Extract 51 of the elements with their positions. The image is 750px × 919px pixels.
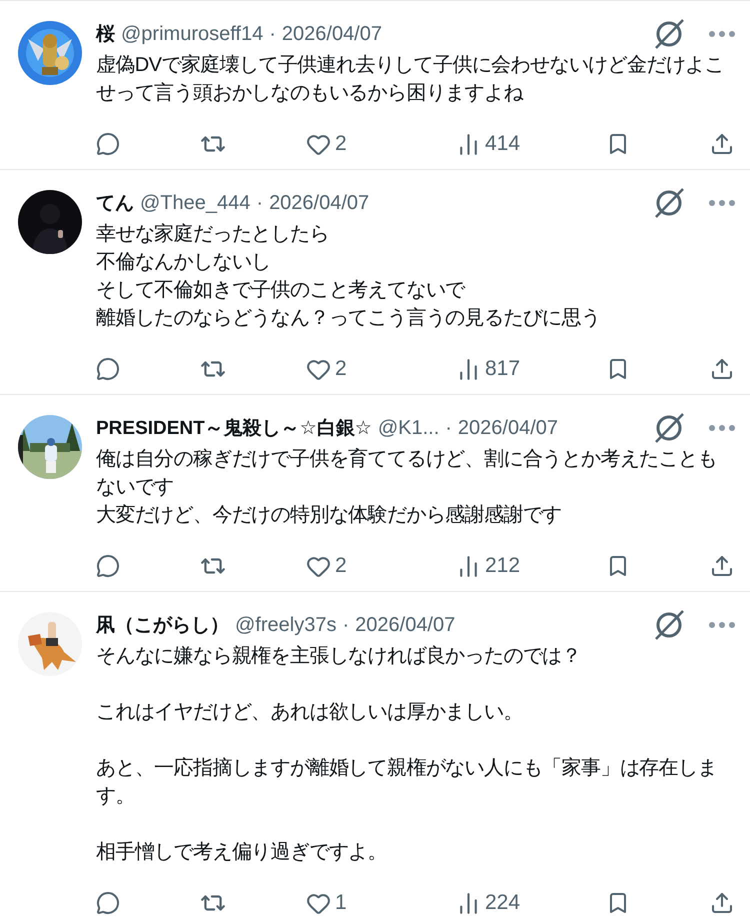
user-name[interactable]: PRESIDENT～鬼殺し～☆白銀☆ [96,415,372,441]
views-button[interactable]: 817 [456,356,526,382]
post-text: 俺は自分の稼ぎだけで子供を育ててるけど、割に合うとか考えたこともないです [96,447,718,500]
reply-button[interactable] [96,132,120,156]
more-icon[interactable] [708,30,736,38]
reply-button[interactable] [96,554,120,578]
views-button[interactable]: 224 [456,890,526,916]
separator: · [342,614,350,637]
more-icon[interactable] [708,424,736,432]
post-date[interactable]: 2026/04/07 [355,614,456,637]
user-handle[interactable]: @freely37s [235,614,336,637]
post-text: 不倫なんかしないし [96,250,272,275]
share-button[interactable] [710,554,734,578]
reply-button[interactable] [96,891,120,915]
like-button[interactable]: 2 [306,554,376,578]
slashed-circle-icon[interactable] [652,17,686,51]
post-text: 幸せな家庭だったとしたら [96,222,330,247]
views-button[interactable]: 414 [456,132,526,156]
user-name[interactable]: 桜 [96,21,115,47]
like-button[interactable]: 2 [306,356,376,382]
separator: · [269,23,276,46]
post-text: あと、一応指摘しますが離婚して親権がない人にも「家事」は存在します。 [96,756,718,809]
share-button[interactable] [710,132,734,156]
post-text: 虚偽DVで家庭壊して子供連れ去りして子供に会わせないけど金だけよこせって言う頭おかしなのもいるから困りますよね [96,53,725,106]
post-text: そんなに嫌なら親権を主張しなければ良かったのでは？ [96,644,582,669]
user-name[interactable]: 凩（こがらし） [96,612,229,638]
post-text: そして不倫如きで子供のこと考えてないで [96,278,466,303]
like-button[interactable]: 1 [306,890,376,916]
user-handle[interactable]: @K1... [378,417,440,440]
post-text: 大変だけど、今だけの特別な体験だから感謝感謝です [96,503,563,528]
post-date[interactable]: 2026/04/07 [269,192,370,215]
slashed-circle-icon[interactable] [652,186,686,220]
more-icon[interactable] [708,621,736,629]
slashed-circle-icon[interactable] [652,608,686,642]
reply-button[interactable] [96,357,120,381]
user-handle[interactable]: @primuroseff14 [121,23,264,46]
post-text: これはイヤだけど、あれは欲しいは厚かましい。 [96,700,524,725]
post-date[interactable]: 2026/04/07 [458,417,558,440]
share-button[interactable] [710,891,734,915]
separator: · [445,417,452,440]
separator: · [256,192,264,215]
more-icon[interactable] [708,199,736,207]
like-button[interactable]: 2 [306,132,376,156]
post-text: 相手憎しで考え偏り過ぎですよ。 [96,840,388,865]
post-text: 離婚したのならどうなん？ってこう言うの見るたびに思う [96,306,602,331]
user-name[interactable]: てん [96,190,134,216]
user-handle[interactable]: @Thee_444 [140,192,250,215]
views-button[interactable]: 212 [456,554,526,578]
post-date[interactable]: 2026/04/07 [282,23,382,46]
slashed-circle-icon[interactable] [652,411,686,445]
share-button[interactable] [710,357,734,381]
